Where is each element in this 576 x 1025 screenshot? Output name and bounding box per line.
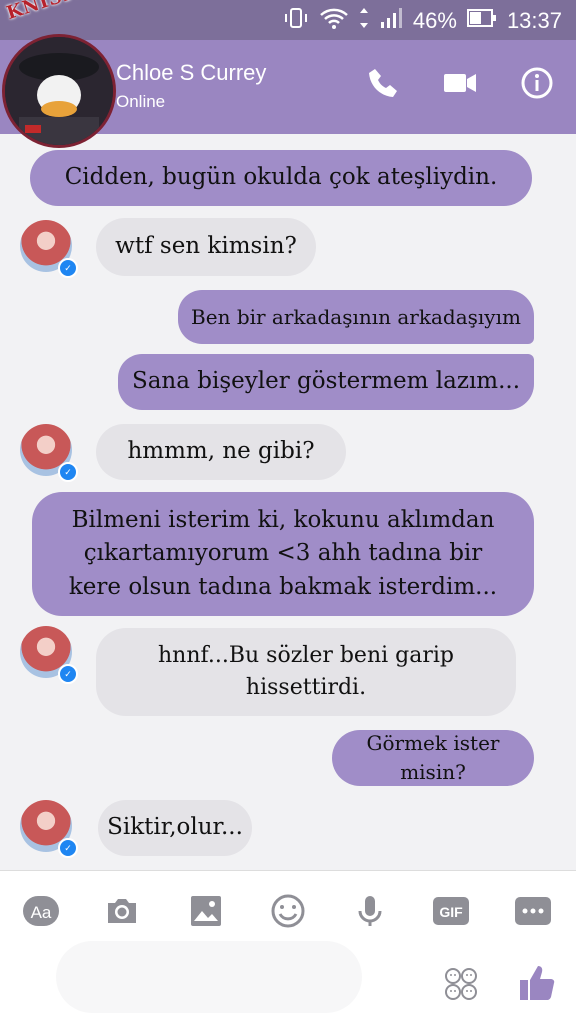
text-format-icon[interactable]: Aa	[22, 893, 59, 929]
clock: 13:37	[506, 8, 562, 33]
message-bubble-outgoing[interactable]: Ben bir arkadaşının arkadaşıyım	[178, 290, 534, 344]
message-bubble-incoming[interactable]: wtf sen kimsin?	[96, 218, 316, 276]
vibrate-icon	[283, 6, 309, 36]
message-bubble-outgoing[interactable]: Görmek ister misin?	[332, 730, 534, 786]
camera-icon[interactable]	[104, 893, 140, 929]
gif-label: GIF	[439, 904, 463, 920]
message-bubble-outgoing[interactable]: Cidden, bugün okulda çok ateşliydin.	[30, 150, 532, 206]
message-input-field[interactable]	[56, 941, 362, 1013]
contact-name[interactable]: Chloe S Currey	[116, 60, 266, 86]
video-camera-icon[interactable]	[442, 66, 478, 105]
message-bubble-incoming[interactable]: hnnf...Bu sözler beni garip hissettirdi.	[96, 628, 516, 716]
wifi-icon	[319, 6, 349, 36]
text-format-label: Aa	[31, 903, 52, 922]
composer-bar: Aa GIF	[0, 870, 576, 1025]
signal-icon	[379, 6, 403, 36]
battery-percent: 46%	[412, 8, 457, 33]
messenger-badge-icon: ✓	[58, 258, 78, 278]
contact-status: Online	[116, 92, 166, 111]
messenger-badge-icon: ✓	[58, 838, 78, 858]
messenger-badge-icon: ✓	[58, 462, 78, 482]
message-bubble-outgoing[interactable]: Sana bişeyler göstermem lazım...	[118, 354, 534, 410]
info-icon[interactable]	[520, 66, 554, 105]
message-list[interactable]: Cidden, bugün okulda çok ateşliydin. ✓ w…	[0, 134, 576, 870]
thumbs-up-icon[interactable]	[518, 963, 555, 1000]
more-options-icon[interactable]	[514, 893, 551, 929]
emoji-icon[interactable]	[270, 893, 306, 929]
message-bubble-outgoing[interactable]: Bilmeni isterim ki, kokunu aklımdan çıka…	[32, 492, 534, 616]
message-bubble-incoming[interactable]: hmmm, ne gibi?	[96, 424, 346, 480]
microphone-icon[interactable]	[352, 893, 388, 929]
data-arrows-icon	[359, 6, 369, 36]
battery-icon	[466, 7, 497, 35]
status-bar: 46% 13:37	[0, 0, 576, 40]
status-indicators: 46% 13:37	[283, 6, 562, 36]
gif-icon[interactable]: GIF	[432, 893, 469, 929]
phone-icon[interactable]	[366, 66, 400, 105]
message-bubble-incoming[interactable]: Siktir,olur...	[98, 800, 252, 856]
gallery-icon[interactable]	[188, 893, 224, 929]
stickers-icon[interactable]	[444, 967, 480, 1003]
messenger-badge-icon: ✓	[58, 664, 78, 684]
profile-picture[interactable]	[2, 34, 116, 148]
